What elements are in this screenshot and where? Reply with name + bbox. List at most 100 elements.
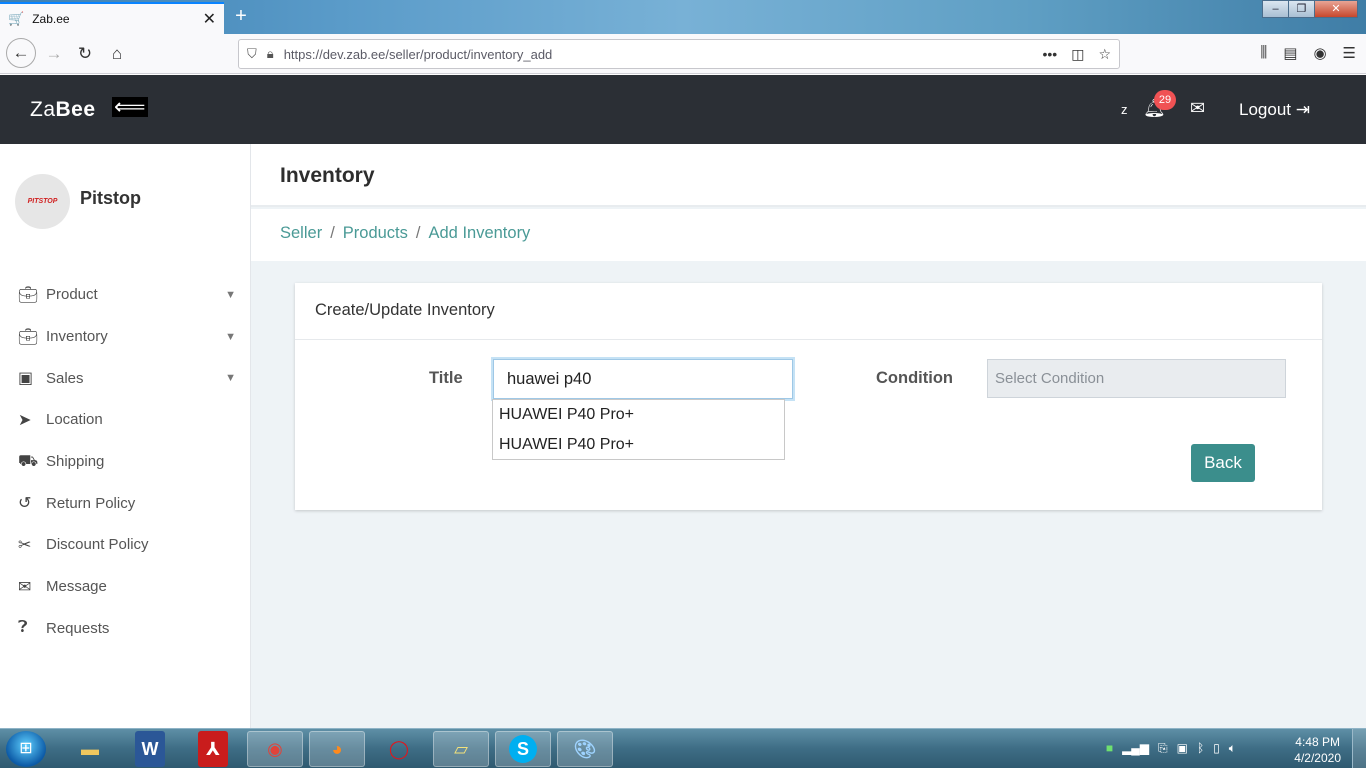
lock-icon[interactable]: 🔒︎ (267, 46, 274, 62)
library-icon[interactable]: ⫼ (1260, 44, 1267, 62)
security-shield-icon[interactable]: ■ (1106, 741, 1113, 756)
hamburger-menu-icon[interactable]: ☰ (1343, 44, 1356, 62)
maximize-icon[interactable]: ❐ (1288, 0, 1315, 18)
account-icon[interactable]: ◉ (1313, 44, 1326, 62)
reload-icon[interactable]: ↻ (71, 40, 99, 68)
pocket-icon[interactable]: ◫ (1071, 46, 1084, 63)
firefox-icon[interactable]: ◕ (309, 731, 365, 767)
device-icon[interactable]: ▯ (1213, 741, 1220, 756)
store-logo-text: PITSTOP (27, 198, 58, 205)
sidebar-item-message[interactable]: ✉ Message (0, 566, 250, 608)
autocomplete-list: HUAWEI P40 Pro+ HUAWEI P40 Pro+ (492, 399, 785, 460)
sticky-notes-icon[interactable]: ▱ (433, 731, 489, 767)
sidebar-item-label: Location (46, 411, 103, 429)
tab-title: Zab.ee (32, 12, 70, 26)
breadcrumb-add-inventory[interactable]: Add Inventory (429, 224, 531, 242)
sidebar-item-label: Inventory (46, 328, 108, 346)
logout-button[interactable]: Logout ⇥ (1239, 100, 1310, 120)
browser-tools: ⫼ ▤ ◉ ☰ (1260, 44, 1356, 62)
breadcrumb-seller[interactable]: Seller (280, 224, 322, 242)
brand-light: Za (30, 98, 56, 121)
store-logo: PITSTOP (15, 174, 70, 229)
autocomplete-option[interactable]: HUAWEI P40 Pro+ (493, 430, 784, 460)
sidebar-item-location[interactable]: ➤ Location (0, 399, 250, 441)
monitor-icon[interactable]: ▣ (1177, 741, 1188, 756)
bluetooth-icon[interactable]: ᛒ (1197, 741, 1204, 756)
truck-icon: ⛟ (18, 452, 39, 470)
breadcrumb: Seller / Products / Add Inventory (251, 209, 1366, 261)
envelope-icon[interactable]: ✉ (1190, 98, 1205, 119)
browser-tab-strip: 🛒 Zab.ee ✕ + – ❐ ✕ (0, 0, 1366, 34)
opera-icon[interactable]: ◯ (371, 731, 427, 767)
skype-glyph: S (509, 735, 537, 763)
start-button[interactable]: ⊞ (6, 731, 46, 767)
sidebar-item-label: Shipping (46, 453, 105, 471)
back-button[interactable]: Back (1191, 444, 1255, 482)
browser-tab[interactable]: 🛒 Zab.ee ✕ (0, 2, 224, 34)
page-header: Inventory (251, 144, 1366, 207)
clock-date: 4/2/2020 (1294, 751, 1341, 765)
acrobat-icon[interactable]: ⅄ (198, 731, 228, 767)
close-tab-icon[interactable]: ✕ (203, 9, 216, 29)
back-arrow-icon[interactable]: ← (6, 38, 36, 68)
sidebar-item-label: Discount Policy (46, 536, 149, 554)
breadcrumb-products[interactable]: Products (343, 224, 408, 242)
chevron-down-icon: ▼ (225, 288, 236, 301)
main-content: Inventory Seller / Products / Add Inventory … (251, 144, 1366, 728)
logout-label: Logout (1239, 100, 1291, 119)
new-tab-button[interactable]: + (230, 4, 252, 28)
title-input[interactable] (493, 359, 793, 399)
show-desktop-button[interactable] (1352, 729, 1366, 768)
word-icon[interactable]: W (135, 731, 165, 767)
home-icon[interactable]: ⌂ (103, 40, 131, 68)
skype-icon[interactable]: S (495, 731, 551, 767)
network-icon[interactable]: ⎘ (1158, 741, 1168, 756)
sidebar-icon[interactable]: ▤ (1283, 44, 1297, 62)
sidebar-item-shipping[interactable]: ⛟ Shipping (0, 441, 250, 483)
sidebar-item-sales[interactable]: ▣ Sales ▼ (0, 357, 250, 399)
user-initial[interactable]: z (1121, 102, 1128, 117)
windows-taskbar: ⊞ ▬ W ⅄ ◉ ◕ ◯ ▱ S 🎨︎ ■ ▂▄▆ ⎘ ▣ ᛒ ▯ 🔈︎ 4:… (0, 728, 1366, 768)
shield-icon[interactable]: ⛉ (247, 46, 257, 62)
title-label: Title (429, 369, 463, 387)
sidebar-item-requests[interactable]: ❓︎ Requests (0, 608, 250, 650)
menu-toggle-icon[interactable]: ⟸ (112, 96, 148, 118)
card-title: Create/Update Inventory (295, 283, 1322, 340)
chevron-down-icon: ▼ (225, 372, 236, 385)
volume-icon[interactable]: 🔈︎ (1229, 741, 1236, 756)
money-icon: ▣ (18, 370, 34, 388)
more-actions-icon[interactable]: ••• (1042, 46, 1057, 62)
paint-icon[interactable]: 🎨︎ (557, 731, 613, 767)
url-text[interactable]: https://dev.zab.ee/seller/product/invent… (284, 47, 1029, 62)
window-controls: – ❐ ✕ (1262, 0, 1358, 18)
store-name: Pitstop (80, 188, 141, 208)
sidebar-item-label: Message (46, 578, 107, 596)
url-bar[interactable]: ⛉ 🔒︎ https://dev.zab.ee/seller/product/i… (238, 39, 1120, 69)
sidebar-item-inventory[interactable]: 💼︎ Inventory ▼ (0, 316, 250, 358)
sidebar: PITSTOP Pitstop 💼︎ Product ▼ 💼︎ Inventory ▼ … (0, 144, 251, 728)
system-clock[interactable]: 4:48 PM 4/2/2020 (1294, 734, 1341, 766)
sidebar-menu: 💼︎ Product ▼ 💼︎ Inventory ▼ ▣ Sales ▼ ➤ Locatio… (0, 274, 250, 649)
sign-out-icon: ⇥ (1295, 100, 1310, 119)
sidebar-item-return-policy[interactable]: ↺ Return Policy (0, 482, 250, 524)
sidebar-item-label: Requests (46, 619, 110, 637)
sidebar-item-product[interactable]: 💼︎ Product ▼ (0, 274, 250, 316)
brand-bold: Bee (55, 98, 96, 121)
chrome-icon[interactable]: ◉ (247, 731, 303, 767)
brand-logo[interactable]: ZaBee (30, 98, 96, 122)
notification-badge: 29 (1154, 90, 1176, 110)
condition-label: Condition (876, 369, 953, 387)
signal-icon[interactable]: ▂▄▆ (1122, 741, 1149, 756)
file-explorer-icon[interactable]: ▬ (62, 731, 118, 767)
window-close-icon[interactable]: ✕ (1314, 0, 1358, 18)
autocomplete-option[interactable]: HUAWEI P40 Pro+ (493, 400, 784, 430)
bookmark-star-icon[interactable]: ☆ (1098, 46, 1111, 63)
question-circle-icon: ❓︎ (18, 619, 28, 637)
sidebar-item-discount-policy[interactable]: ✂ Discount Policy (0, 524, 250, 566)
minimize-icon[interactable]: – (1262, 0, 1289, 18)
clock-time: 4:48 PM (1295, 735, 1340, 749)
forward-arrow-icon[interactable]: → (40, 40, 68, 68)
breadcrumb-separator: / (330, 224, 335, 242)
condition-select[interactable]: Select Condition (987, 359, 1286, 398)
envelope-icon: ✉ (18, 578, 32, 596)
